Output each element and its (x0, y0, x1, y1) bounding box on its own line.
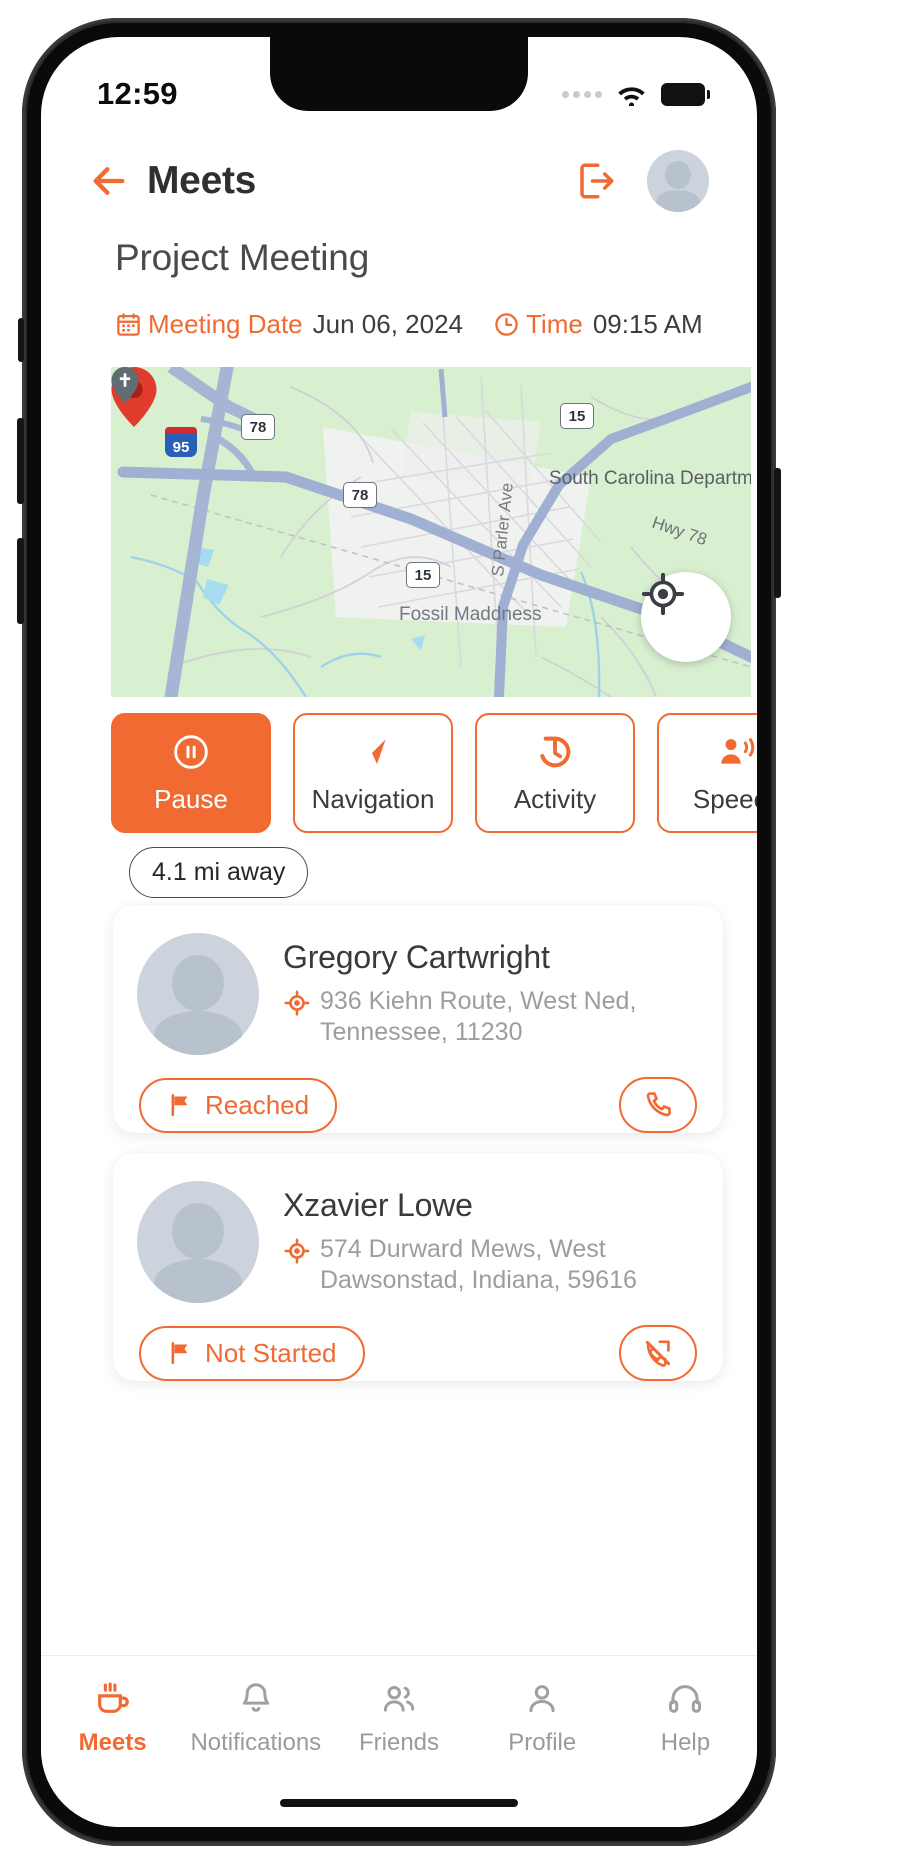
status-indicators (562, 82, 710, 106)
contact-card-actions: Not Started (113, 1325, 723, 1381)
people-icon (383, 1685, 415, 1712)
pause-button[interactable]: Pause (111, 713, 271, 833)
meeting-date-group: Meeting Date Jun 06, 2024 (115, 309, 463, 340)
bell-icon (242, 1683, 270, 1712)
call-button[interactable] (619, 1077, 697, 1133)
meeting-time-value: 09:15 AM (592, 309, 703, 339)
map-view[interactable]: S Parler Ave Hwy 78 95 78 78 15 15 South… (111, 367, 751, 697)
back-arrow-icon[interactable] (89, 161, 129, 201)
meeting-time-group: Time 09:15 AM (493, 309, 703, 340)
person-icon (529, 1685, 555, 1713)
notch (270, 37, 528, 111)
status-time: 12:59 (97, 76, 178, 111)
wifi-icon (618, 87, 645, 106)
route-78-shield-a: 78 (241, 414, 275, 440)
clock-icon (495, 313, 518, 336)
contact-card-actions: Reached (113, 1077, 723, 1133)
navigation-button[interactable]: Navigation (293, 713, 453, 833)
meeting-date-label: Meeting Date (148, 309, 303, 339)
location-target-icon (284, 990, 310, 1016)
page-title: Meets (147, 159, 257, 202)
contact-name: Xzavier Lowe (283, 1187, 473, 1223)
speech-person-icon (721, 737, 755, 764)
bottom-navigation: Meets Notifications Friends Profile Help (41, 1655, 757, 1827)
contact-card[interactable]: Xzavier Lowe 574 Durward Mews, West Daws… (113, 1153, 723, 1381)
speech-button-label: Speech (692, 783, 757, 814)
contact-address: 574 Durward Mews, West Dawsonstad, India… (320, 1235, 637, 1294)
nav-label-meets: Meets (78, 1729, 147, 1756)
nav-item-friends[interactable]: Friends (327, 1680, 470, 1757)
logout-icon[interactable] (575, 160, 617, 202)
flag-icon (171, 1341, 188, 1365)
contact-address-row: 574 Durward Mews, West Dawsonstad, India… (283, 1234, 699, 1296)
poi-label-dmv: South Carolina Department of Motor... (549, 468, 751, 489)
flag-icon (171, 1093, 188, 1117)
battery-full-icon (661, 82, 710, 106)
activity-button[interactable]: Activity (475, 713, 635, 833)
meeting-title: Project Meeting (115, 237, 370, 278)
action-button-row: Pause Navigation Activity Spee (111, 713, 757, 835)
phone-icon (646, 1092, 671, 1117)
avatar[interactable] (647, 150, 709, 212)
location-target-icon (284, 1238, 310, 1264)
distance-badge: 4.1 mi away (129, 847, 309, 898)
home-indicator[interactable] (280, 1799, 518, 1807)
contact-card[interactable]: Gregory Cartwright 936 Kiehn Route, West… (113, 905, 723, 1133)
volume-down-button[interactable] (17, 538, 24, 624)
nav-item-notifications[interactable]: Notifications (184, 1680, 327, 1757)
church-icon (111, 367, 139, 403)
power-button[interactable] (774, 468, 781, 598)
phone-frame: 12:59 Meets Project Meeting Meeting Date… (17, 18, 781, 1846)
nav-label-profile: Profile (508, 1729, 577, 1756)
coffee-cup-icon (97, 1682, 129, 1713)
route-15-shield-a: 15 (560, 403, 594, 429)
nav-label-help: Help (660, 1729, 711, 1756)
activity-button-label: Activity (513, 783, 597, 814)
status-badge[interactable]: Not Started (139, 1325, 365, 1381)
nav-item-profile[interactable]: Profile (471, 1680, 614, 1757)
phone-missed-icon (645, 1340, 671, 1367)
contact-address-row: 936 Kiehn Route, West Ned, Tennessee, 11… (283, 986, 699, 1048)
contact-card-top: Gregory Cartwright 936 Kiehn Route, West… (113, 931, 723, 1055)
calendar-icon (117, 313, 140, 336)
speech-button[interactable]: Speech (657, 713, 757, 833)
contact-name: Gregory Cartwright (283, 939, 550, 975)
meeting-meta-row: Meeting Date Jun 06, 2024 Time 09:15 AM (115, 309, 703, 340)
navigation-arrow-icon (360, 738, 386, 765)
pause-circle-icon (174, 734, 208, 769)
contact-info: Xzavier Lowe 574 Durward Mews, West Daws… (283, 1179, 699, 1296)
poi-label-fossil: Fossil Maddness (399, 604, 542, 625)
call-button[interactable] (619, 1325, 697, 1381)
my-location-icon (641, 572, 685, 616)
contact-info: Gregory Cartwright 936 Kiehn Route, West… (283, 931, 699, 1048)
app-header: Meets (41, 141, 757, 221)
interstate-95-shield: 95 (165, 427, 197, 457)
meeting-time-label: Time (526, 309, 583, 339)
status-badge[interactable]: Reached (139, 1077, 338, 1133)
history-clock-icon (540, 736, 571, 767)
contact-card-top: Xzavier Lowe 574 Durward Mews, West Daws… (113, 1179, 723, 1303)
nav-item-meets[interactable]: Meets (41, 1680, 184, 1757)
nav-label-friends: Friends (358, 1729, 440, 1756)
headset-icon (669, 1685, 702, 1713)
nav-label-notifications: Notifications (190, 1729, 322, 1756)
meeting-date-value: Jun 06, 2024 (312, 309, 464, 339)
route-78-shield-b: 78 (343, 482, 377, 508)
contact-address: 936 Kiehn Route, West Ned, Tennessee, 11… (320, 987, 637, 1046)
status-badge-label: Reached (205, 1089, 310, 1120)
volume-up-button[interactable] (17, 418, 24, 504)
nav-item-help[interactable]: Help (614, 1680, 757, 1757)
my-location-button[interactable] (641, 572, 731, 662)
avatar (137, 933, 259, 1055)
navigation-button-label: Navigation (311, 783, 435, 814)
avatar (137, 1181, 259, 1303)
phone-screen: 12:59 Meets Project Meeting Meeting Date… (41, 37, 757, 1827)
status-badge-label: Not Started (205, 1337, 337, 1368)
pause-button-label: Pause (154, 783, 228, 814)
signal-dots-icon (562, 90, 602, 98)
mute-switch[interactable] (18, 318, 24, 362)
route-15-shield-b: 15 (406, 562, 440, 588)
